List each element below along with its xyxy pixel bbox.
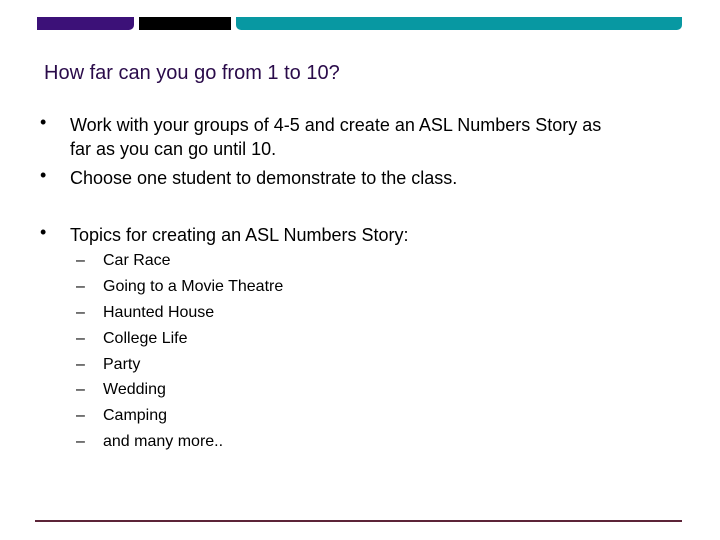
dash-icon: – — [76, 330, 85, 347]
topic-text: and many more.. — [103, 433, 224, 450]
dash-icon: – — [76, 252, 85, 269]
topic-text: Car Race — [103, 252, 171, 269]
topic-text: Camping — [103, 407, 168, 424]
topic-text: Wedding — [103, 381, 166, 398]
bullet-icon: • — [40, 112, 47, 132]
dash-icon: – — [76, 278, 85, 295]
topic-text: Going to a Movie Theatre — [103, 278, 284, 295]
header-bar-purple — [37, 17, 134, 30]
topic-text: College Life — [103, 330, 188, 347]
header-bar-black — [139, 17, 231, 30]
bullet-text: Choose one student to demonstrate to the… — [70, 168, 458, 188]
bullet-text: Work with your groups of 4-5 and create … — [70, 115, 602, 135]
slide-title: How far can you go from 1 to 10? — [44, 62, 340, 84]
header-bar-teal — [236, 17, 682, 30]
bullet-text: far as you can go until 10. — [70, 139, 277, 159]
dash-icon: – — [76, 304, 85, 321]
dash-icon: – — [76, 381, 85, 398]
dash-icon: – — [76, 356, 85, 373]
dash-icon: – — [76, 407, 85, 424]
topic-text: Haunted House — [103, 304, 215, 321]
bullet-icon: • — [40, 165, 47, 185]
bullet-icon: • — [40, 222, 47, 242]
footer-divider — [35, 520, 682, 522]
bullet-text: Topics for creating an ASL Numbers Story… — [70, 225, 409, 245]
dash-icon: – — [76, 433, 85, 450]
topic-text: Party — [103, 356, 141, 373]
